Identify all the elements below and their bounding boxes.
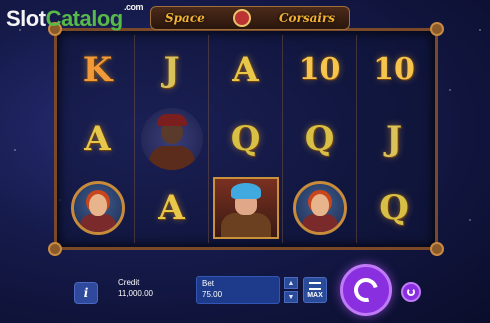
watermark-part-3: .com: [124, 2, 144, 12]
pirate-symbol-icon: [140, 107, 203, 170]
watermark-part-2: Catalog: [45, 6, 124, 31]
reel-cell: Q: [283, 104, 357, 174]
autoplay-button[interactable]: [401, 282, 421, 302]
symbol-a: A: [84, 118, 111, 159]
reel-frame: K J A 10 10 A Q Q J A Q: [48, 22, 444, 256]
reel-cell: [61, 173, 135, 243]
watermark-part-1: Slot: [6, 6, 46, 31]
game-title-right: Corsairs: [278, 11, 335, 25]
coin-stack-icon: [309, 281, 321, 290]
credit-value: 11,000.00: [118, 289, 153, 298]
symbol-q: Q: [304, 118, 335, 159]
game-title-left: Space: [165, 11, 205, 25]
symbol-k: K: [82, 49, 113, 90]
gear-icon: [430, 22, 444, 36]
skull-emblem-icon: [232, 9, 251, 27]
max-bet-button[interactable]: MAX: [303, 277, 327, 303]
reel-grid: K J A 10 10 A Q Q J A Q: [61, 35, 431, 243]
bet-increase-button[interactable]: ▲: [284, 277, 298, 289]
reel-cell: K: [61, 35, 135, 105]
credit-label: Credit: [118, 278, 140, 287]
heroine-symbol-icon: [292, 181, 347, 236]
reel-cell: Q: [209, 104, 283, 174]
reel-cell: J: [357, 104, 431, 173]
symbol-q: Q: [379, 188, 409, 229]
symbol-j: J: [385, 118, 403, 159]
info-button[interactable]: i: [74, 282, 98, 304]
reel-cell: A: [61, 104, 135, 174]
bet-decrease-button[interactable]: ▼: [284, 291, 298, 303]
hero-symbol-icon: [212, 177, 279, 240]
symbol-10: 10: [298, 52, 341, 88]
reel-cell: [209, 173, 283, 243]
autoplay-icon: [407, 288, 415, 296]
reel-cell: A: [135, 173, 209, 243]
watermark-logo: SlotCatalog .com: [6, 2, 144, 32]
reel-cell: 10: [357, 35, 431, 104]
reel-cell: [283, 173, 357, 243]
gear-icon: [430, 242, 444, 256]
reel-cell: Q: [357, 174, 431, 243]
bet-value: 75.00: [202, 290, 223, 299]
symbol-a: A: [158, 188, 185, 229]
symbol-q: Q: [230, 118, 261, 159]
spin-arrow-icon: [349, 273, 383, 307]
reel-cell: J: [135, 35, 209, 105]
game-logo: Space Corsairs: [150, 6, 350, 30]
symbol-10: 10: [373, 52, 415, 88]
symbol-j: J: [163, 49, 180, 90]
reel-cell: 10: [283, 35, 357, 105]
spin-button[interactable]: [340, 264, 392, 316]
bet-label: Bet: [202, 279, 215, 288]
heroine-symbol-icon: [70, 181, 125, 236]
max-bet-label: MAX: [307, 291, 323, 299]
gear-icon: [48, 242, 62, 256]
reel-cell: [135, 104, 209, 174]
reel-cell: A: [209, 35, 283, 105]
symbol-a: A: [232, 49, 259, 90]
